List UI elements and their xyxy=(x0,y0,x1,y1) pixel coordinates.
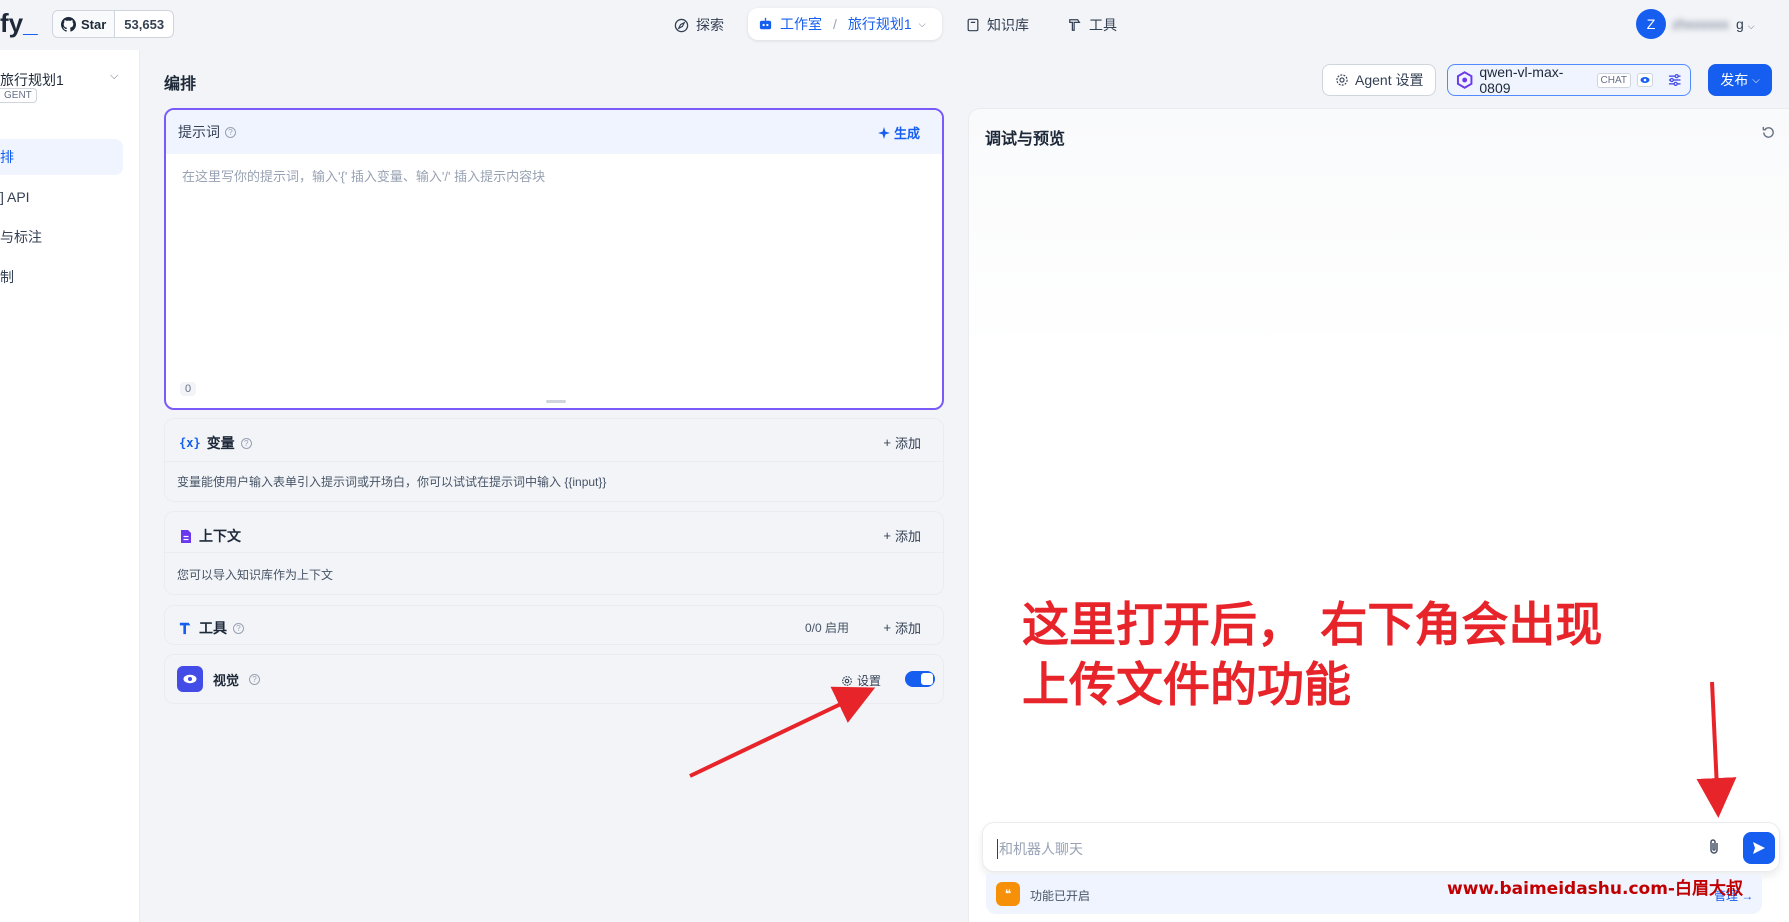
char-count: 0 xyxy=(180,382,197,396)
prompt-editor: 提示词 ? 生成 在这里写你的提示词，输入'{' 插入变量、输入'/' 插入提示… xyxy=(164,108,944,410)
chevron-down-icon[interactable]: ⌵ xyxy=(110,70,118,83)
sparkle-icon xyxy=(877,126,890,139)
chat-input[interactable]: 和机器人聊天 xyxy=(997,839,1083,859)
model-mode-badge: CHAT xyxy=(1596,72,1632,88)
refresh-icon[interactable] xyxy=(1761,125,1776,140)
vision-card: 视觉 ? 设置 xyxy=(164,654,944,704)
send-icon xyxy=(1753,842,1765,854)
feature-status-text: 功能已开启 xyxy=(1030,889,1091,903)
vision-title: 视觉 xyxy=(213,672,240,688)
qwen-logo-icon xyxy=(1456,71,1473,89)
username-tail[interactable]: g ⌵ xyxy=(1736,16,1755,32)
book-icon xyxy=(967,18,979,32)
model-selector[interactable]: qwen-vl-max-0809 CHAT xyxy=(1447,64,1691,96)
variable-icon: {x} xyxy=(179,436,201,450)
help-icon[interactable]: ? xyxy=(249,673,261,685)
add-context-button[interactable]: + 添加 xyxy=(883,526,921,545)
top-nav: fy_ Star 53,653 探索 工作室 / 旅行规划1 ⌵ 知识库 工具 … xyxy=(0,0,1789,50)
sliders-icon[interactable] xyxy=(1667,72,1682,88)
context-title: 上下文 xyxy=(199,528,241,544)
github-icon xyxy=(61,16,76,32)
annotation-text: 这里打开后， 右下角会出现 上传文件的功能 xyxy=(1022,598,1603,713)
nav-explore[interactable]: 探索 xyxy=(674,10,724,40)
variables-description: 变量能使用户输入表单引入提示词或开场白，你可以试试在提示词中输入 {{input… xyxy=(177,475,607,489)
compass-icon xyxy=(674,18,689,32)
generate-button[interactable]: 生成 xyxy=(877,123,920,142)
publish-button[interactable]: 发布 ⌵ xyxy=(1708,64,1772,96)
help-icon[interactable]: ? xyxy=(225,126,236,138)
model-name: qwen-vl-max-0809 xyxy=(1479,64,1564,96)
tools-title: 工具 xyxy=(199,620,227,636)
sidebar-item-logs[interactable]: 与标注 xyxy=(0,219,123,255)
resize-handle[interactable] xyxy=(546,400,566,403)
vision-settings-button[interactable]: 设置 xyxy=(841,672,881,689)
eye-icon xyxy=(177,666,203,692)
nav-knowledge[interactable]: 知识库 xyxy=(966,10,1029,40)
add-tool-button[interactable]: + 添加 xyxy=(883,618,921,637)
chevron-down-icon: ⌵ xyxy=(1752,74,1760,86)
context-card: 上下文 + 添加 您可以导入知识库作为上下文 xyxy=(164,511,944,595)
sidebar-item-monitor[interactable]: 制 xyxy=(0,259,123,295)
debug-preview-panel: 调试与预览 xyxy=(968,108,1789,922)
star-label: Star xyxy=(81,16,107,32)
nav-tools[interactable]: 工具 xyxy=(1068,10,1117,40)
context-description: 您可以导入知识库作为上下文 xyxy=(177,568,334,582)
gear-icon xyxy=(842,675,852,686)
star-count: 53,653 xyxy=(124,16,165,32)
document-icon xyxy=(181,529,191,543)
github-star-button[interactable]: Star 53,653 xyxy=(52,10,175,38)
add-variable-button[interactable]: + 添加 xyxy=(883,433,921,452)
robot-icon xyxy=(759,17,772,29)
help-icon[interactable]: ? xyxy=(233,622,244,634)
logo[interactable]: fy_ xyxy=(0,8,38,39)
vision-toggle[interactable] xyxy=(905,671,935,687)
sidebar-item-api[interactable]: ] API xyxy=(0,179,123,215)
tools-enabled-count: 0/0 启用 xyxy=(804,621,849,635)
help-icon[interactable]: ? xyxy=(240,437,252,449)
paperclip-icon[interactable] xyxy=(1705,838,1723,856)
sidebar: 旅行规划1 ⌵ GENT 排 ] API 与标注 制 xyxy=(0,50,140,922)
app-type-badge: GENT xyxy=(0,88,37,103)
sidebar-app-name[interactable]: 旅行规划1 xyxy=(0,70,64,90)
username-blurred[interactable]: zhxxxxxx xyxy=(1672,16,1729,32)
variables-card: {x} 变量 ? + 添加 变量能使用户输入表单引入提示词或开场白，你可以试试在提… xyxy=(164,418,944,502)
hammer-icon xyxy=(1069,19,1081,31)
gear-icon xyxy=(1336,74,1348,86)
prompt-label: 提示词 xyxy=(178,124,220,140)
tool-icon xyxy=(179,622,191,635)
vision-capability-icon xyxy=(1637,73,1653,87)
nav-studio[interactable]: 工作室 / 旅行规划1 ⌵ xyxy=(748,8,942,40)
debug-title: 调试与预览 xyxy=(985,131,1066,148)
page-title: 编排 xyxy=(164,76,197,93)
tools-card: 工具 ? 0/0 启用 + 添加 xyxy=(164,605,944,645)
prompt-input[interactable]: 在这里写你的提示词，输入'{' 插入变量、输入'/' 插入提示内容块 xyxy=(182,166,545,185)
chat-input-box[interactable]: 和机器人聊天 xyxy=(982,822,1780,872)
feature-icon: ❝ xyxy=(996,882,1020,906)
nav-app-name[interactable]: 旅行规划1 xyxy=(848,14,912,34)
chevron-down-icon: ⌵ xyxy=(1747,21,1755,31)
sidebar-item-orchestrate[interactable]: 排 xyxy=(0,139,123,175)
prompt-header: 提示词 ? xyxy=(166,110,942,154)
agent-settings-button[interactable]: Agent 设置 xyxy=(1322,64,1437,96)
variables-title: 变量 xyxy=(206,435,235,451)
chevron-down-icon[interactable]: ⌵ xyxy=(919,19,926,30)
send-button[interactable] xyxy=(1743,832,1775,864)
watermark: www.baimeidashu.com-白眉大叔 xyxy=(1447,879,1743,899)
avatar[interactable]: Z xyxy=(1636,9,1666,39)
